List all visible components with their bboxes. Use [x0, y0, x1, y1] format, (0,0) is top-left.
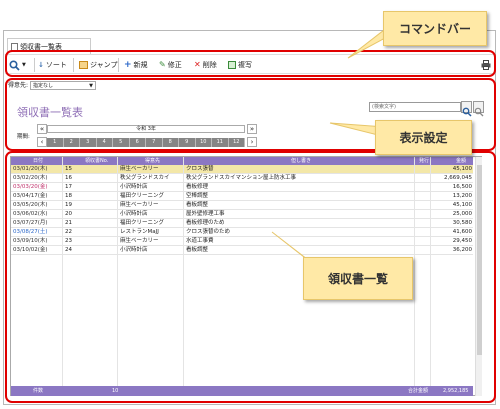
- command-bar-callout: コマンドバー: [383, 11, 487, 46]
- display-settings-callout: 表示設定: [375, 120, 472, 155]
- callout-pointers: [271, 29, 400, 267]
- receipt-list-callout: 領収書一覧: [303, 257, 413, 300]
